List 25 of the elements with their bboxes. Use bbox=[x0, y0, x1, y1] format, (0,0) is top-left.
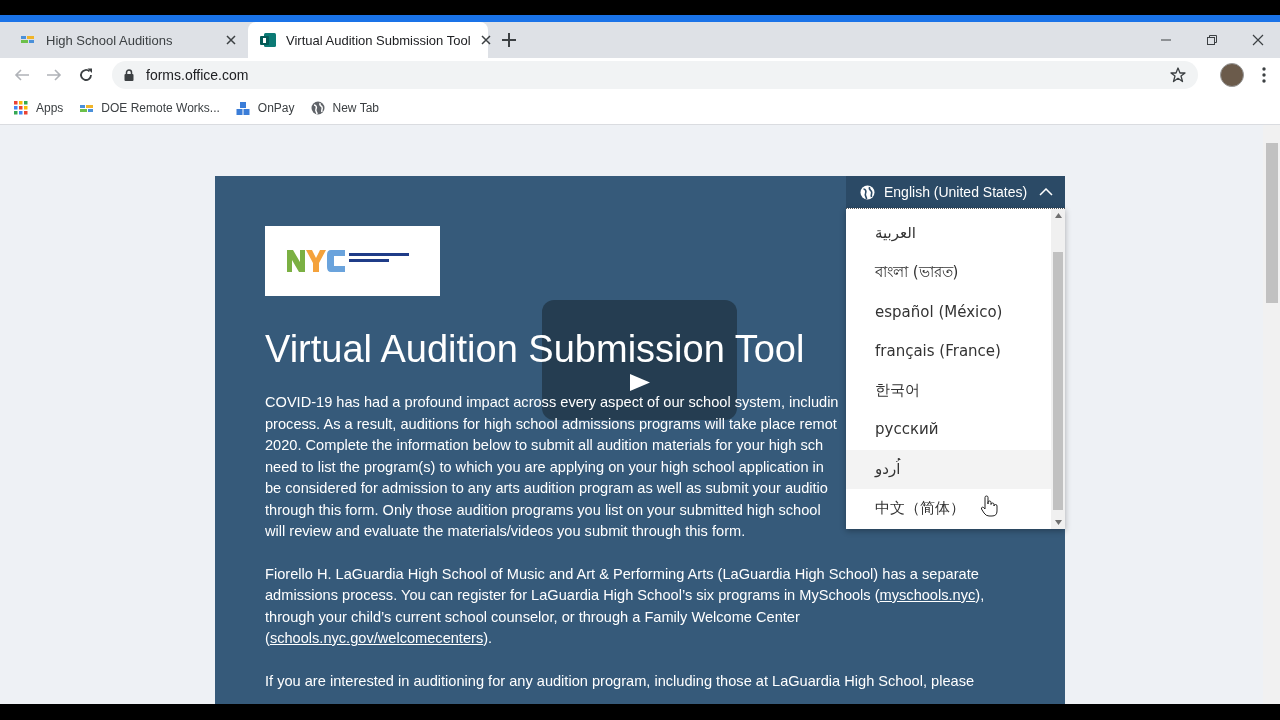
language-option[interactable]: 한국어 bbox=[846, 371, 1051, 411]
language-option[interactable]: العربية bbox=[846, 214, 1051, 254]
bookmark[interactable]: Apps bbox=[14, 101, 64, 115]
tab-title: High School Auditions bbox=[46, 32, 174, 48]
bookmark[interactable]: New Tab bbox=[310, 101, 379, 115]
form-title: Virtual Audition Submission Tool bbox=[265, 327, 805, 372]
language-selector[interactable]: English (United States) bbox=[846, 176, 1065, 208]
language-option[interactable]: русский bbox=[846, 410, 1051, 450]
language-option[interactable]: français (France) bbox=[846, 331, 1051, 372]
language-option[interactable]: español (México) bbox=[846, 292, 1051, 332]
bookmark[interactable]: OnPay bbox=[235, 101, 295, 115]
browser-tab[interactable]: Virtual Audition Submission Tool bbox=[248, 22, 488, 58]
paragraph: COVID-19 has had a profound impact across every aspect of our school system, includin process. As a result, auditions for high school admissions programs will take place remot 2020. Complete the information below to submit all audition materials for your high sch need to list the program(s) to which you are applying on your high school application in be considered for admission to any arts audition program as well as submit your auditio through this form. Only those audition programs you list on your submitted high school will review and evaluate the materials/videos you submit through this form. bbox=[265, 393, 839, 541]
url-text: forms.office.com bbox=[146, 67, 250, 83]
bookmark[interactable]: DOE Remote Works... bbox=[79, 101, 220, 115]
link[interactable]: myschools.nyc bbox=[879, 587, 976, 603]
link[interactable]: schools.nyc.gov/welcomecenters bbox=[269, 630, 484, 646]
paragraph: If you are interested in auditioning for any audition program, including those at LaGuardia High School, please bbox=[265, 671, 975, 691]
language-option[interactable]: 中文（简体） bbox=[846, 489, 1051, 529]
address-bar[interactable]: forms.office.com bbox=[112, 61, 1198, 89]
browser-tab[interactable]: High School Auditions bbox=[8, 22, 248, 58]
language-option[interactable]: اُردو bbox=[846, 449, 1051, 490]
paragraph: Fiorello H. LaGuardia High School of Music and Art & Performing Arts (LaGuardia High School) has a separate admissions process. You can register for LaGuardia High School’s six programs in MySchools (myschools.nyc), through your child’s current school counselor, or through a Family Welcome Center (schools.nyc.gov/welcomecenters). bbox=[265, 564, 985, 648]
language-option[interactable]: বাংলা (ভারত) bbox=[846, 253, 1051, 293]
tab-title: Virtual Audition Submission Tool bbox=[286, 32, 471, 48]
